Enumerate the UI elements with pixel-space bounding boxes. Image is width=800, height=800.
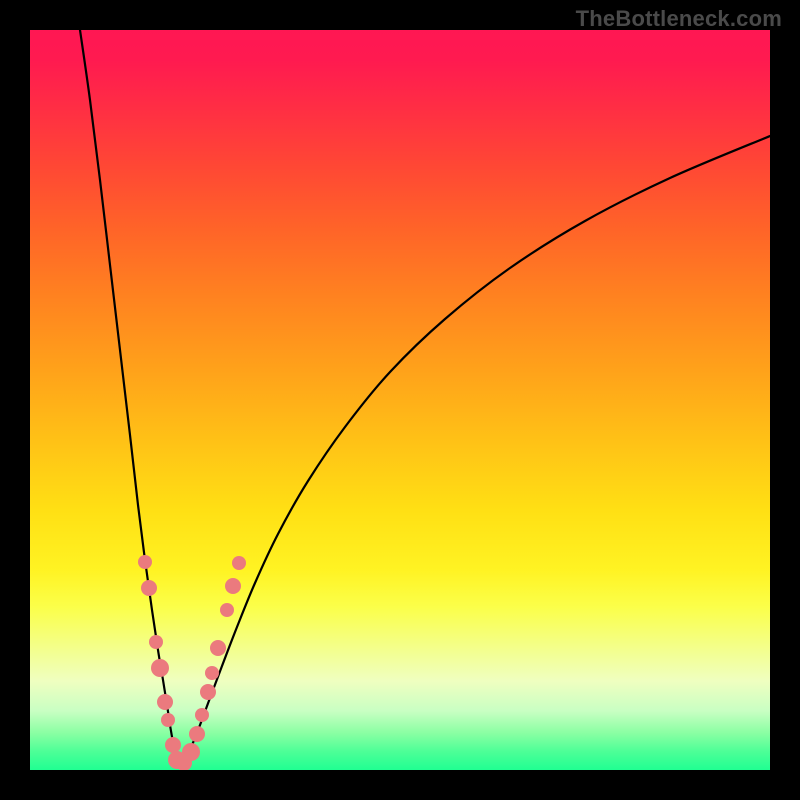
data-marker: [182, 743, 200, 761]
data-marker: [195, 708, 209, 722]
data-marker: [232, 556, 246, 570]
chart-frame: TheBottleneck.com: [0, 0, 800, 800]
data-marker: [205, 666, 219, 680]
data-marker: [141, 580, 157, 596]
data-marker: [151, 659, 169, 677]
data-marker: [149, 635, 163, 649]
plot-area: [30, 30, 770, 770]
data-marker: [189, 726, 205, 742]
data-marker: [138, 555, 152, 569]
data-marker: [161, 713, 175, 727]
data-marker: [165, 737, 181, 753]
left-curve: [80, 30, 179, 765]
data-marker: [200, 684, 216, 700]
data-marker: [210, 640, 226, 656]
curve-layer: [30, 30, 770, 770]
data-marker: [157, 694, 173, 710]
data-marker: [220, 603, 234, 617]
data-marker: [225, 578, 241, 594]
marker-group: [138, 555, 246, 770]
right-curve: [179, 136, 770, 765]
watermark-text: TheBottleneck.com: [576, 6, 782, 32]
